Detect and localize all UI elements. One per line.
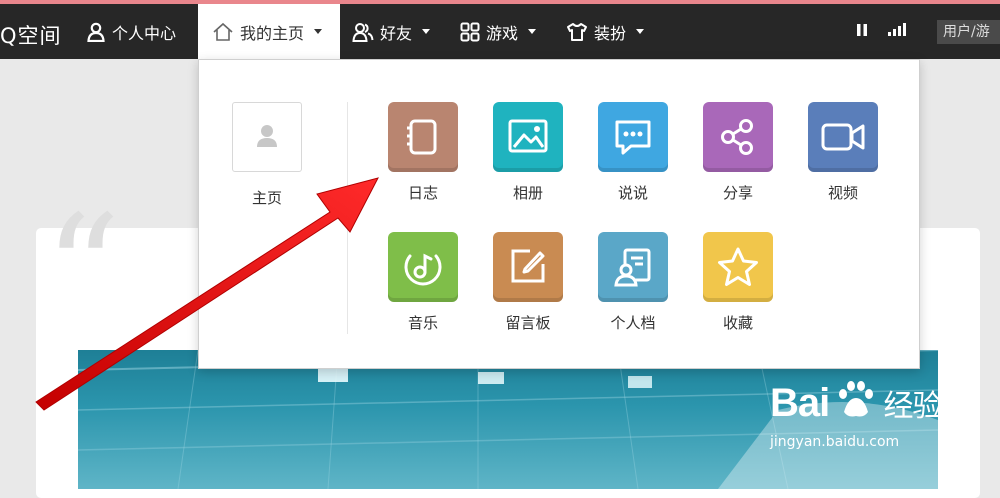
app-music[interactable]: 音乐 <box>387 232 459 333</box>
profile-card-icon <box>614 248 651 287</box>
video-camera-icon <box>821 123 865 151</box>
diary-tile <box>388 102 458 172</box>
music-note-icon <box>404 253 442 286</box>
pause-icon <box>857 24 867 36</box>
message-board-tile <box>493 232 563 302</box>
chat-bubble-icon <box>615 120 651 155</box>
home-label[interactable]: 主页 <box>232 187 302 208</box>
video-tile <box>808 102 878 172</box>
nav-item-label: 我的主页 <box>240 23 305 43</box>
baidu-watermark: Bai 经验 jingyan.baidu.com <box>770 380 942 450</box>
album-tile <box>493 102 563 172</box>
top-nav-bar: Q空间 个人中心 我的主页 好友 游戏 装扮 用户/游 <box>0 4 1000 59</box>
nav-item-games[interactable]: 游戏 <box>460 4 537 59</box>
nav-item-my-homepage[interactable]: 我的主页 <box>198 4 340 59</box>
image-icon <box>508 119 548 153</box>
app-label: 分享 <box>722 184 753 202</box>
nav-brand[interactable]: Q空间 <box>0 20 62 50</box>
star-icon <box>718 247 758 286</box>
nav-item-dressup[interactable]: 装扮 <box>566 4 645 59</box>
user-silhouette-icon <box>257 125 277 147</box>
posts-tile <box>598 102 668 172</box>
watermark-url: jingyan.baidu.com <box>770 434 900 450</box>
app-diary[interactable]: 日志 <box>387 102 459 203</box>
app-label: 日志 <box>407 184 438 202</box>
nav-item-label: 好友 <box>380 23 413 43</box>
nav-item-personal-center[interactable]: 个人中心 <box>86 4 176 59</box>
friends-icon <box>352 22 374 42</box>
user-icon <box>87 22 105 42</box>
caret-down-icon <box>636 29 645 34</box>
notebook-icon <box>407 119 437 155</box>
app-favorites[interactable]: 收藏 <box>702 232 774 333</box>
music-tile <box>388 232 458 302</box>
caret-down-icon <box>314 29 323 34</box>
nav-item-label: 游戏 <box>486 23 519 43</box>
my-homepage-dropdown: 主页 日志 相册 说说 分享 视频 音乐 留言板 个人档 收藏 <box>198 59 920 369</box>
app-message-board[interactable]: 留言板 <box>492 232 564 333</box>
signal-button[interactable] <box>887 22 911 42</box>
app-label: 音乐 <box>407 314 438 332</box>
nav-item-label: 装扮 <box>594 23 627 43</box>
grid-icon <box>460 22 480 41</box>
paw-logo-icon <box>839 381 874 417</box>
profile-tile <box>598 232 668 302</box>
app-label: 收藏 <box>722 314 753 332</box>
tshirt-icon <box>567 22 587 41</box>
home-avatar-tile[interactable] <box>232 102 302 172</box>
edit-square-icon <box>511 249 545 283</box>
share-tile <box>703 102 773 172</box>
favorites-tile <box>703 232 773 302</box>
nav-item-friends[interactable]: 好友 <box>352 4 431 59</box>
app-profile[interactable]: 个人档 <box>597 232 669 333</box>
app-label: 说说 <box>617 184 648 202</box>
caret-down-icon <box>528 29 537 34</box>
watermark-brand-suffix: 经验 <box>883 390 942 423</box>
app-video[interactable]: 视频 <box>807 102 879 203</box>
app-label: 留言板 <box>505 314 551 332</box>
home-icon <box>213 22 233 41</box>
quote-mark-icon: “ <box>44 184 121 358</box>
caret-down-icon <box>422 29 431 34</box>
share-icon <box>721 119 753 155</box>
app-album[interactable]: 相册 <box>492 102 564 203</box>
menu-divider <box>347 102 348 334</box>
app-posts[interactable]: 说说 <box>597 102 669 203</box>
user-status-box[interactable]: 用户/游 <box>937 20 1000 44</box>
app-label: 视频 <box>827 184 858 202</box>
app-label: 个人档 <box>610 314 656 332</box>
app-share[interactable]: 分享 <box>702 102 774 203</box>
pause-button[interactable] <box>856 22 868 42</box>
watermark-brand: Bai <box>770 381 830 425</box>
nav-item-label: 个人中心 <box>112 23 177 43</box>
app-label: 相册 <box>512 184 543 202</box>
signal-bars-icon <box>888 23 906 36</box>
